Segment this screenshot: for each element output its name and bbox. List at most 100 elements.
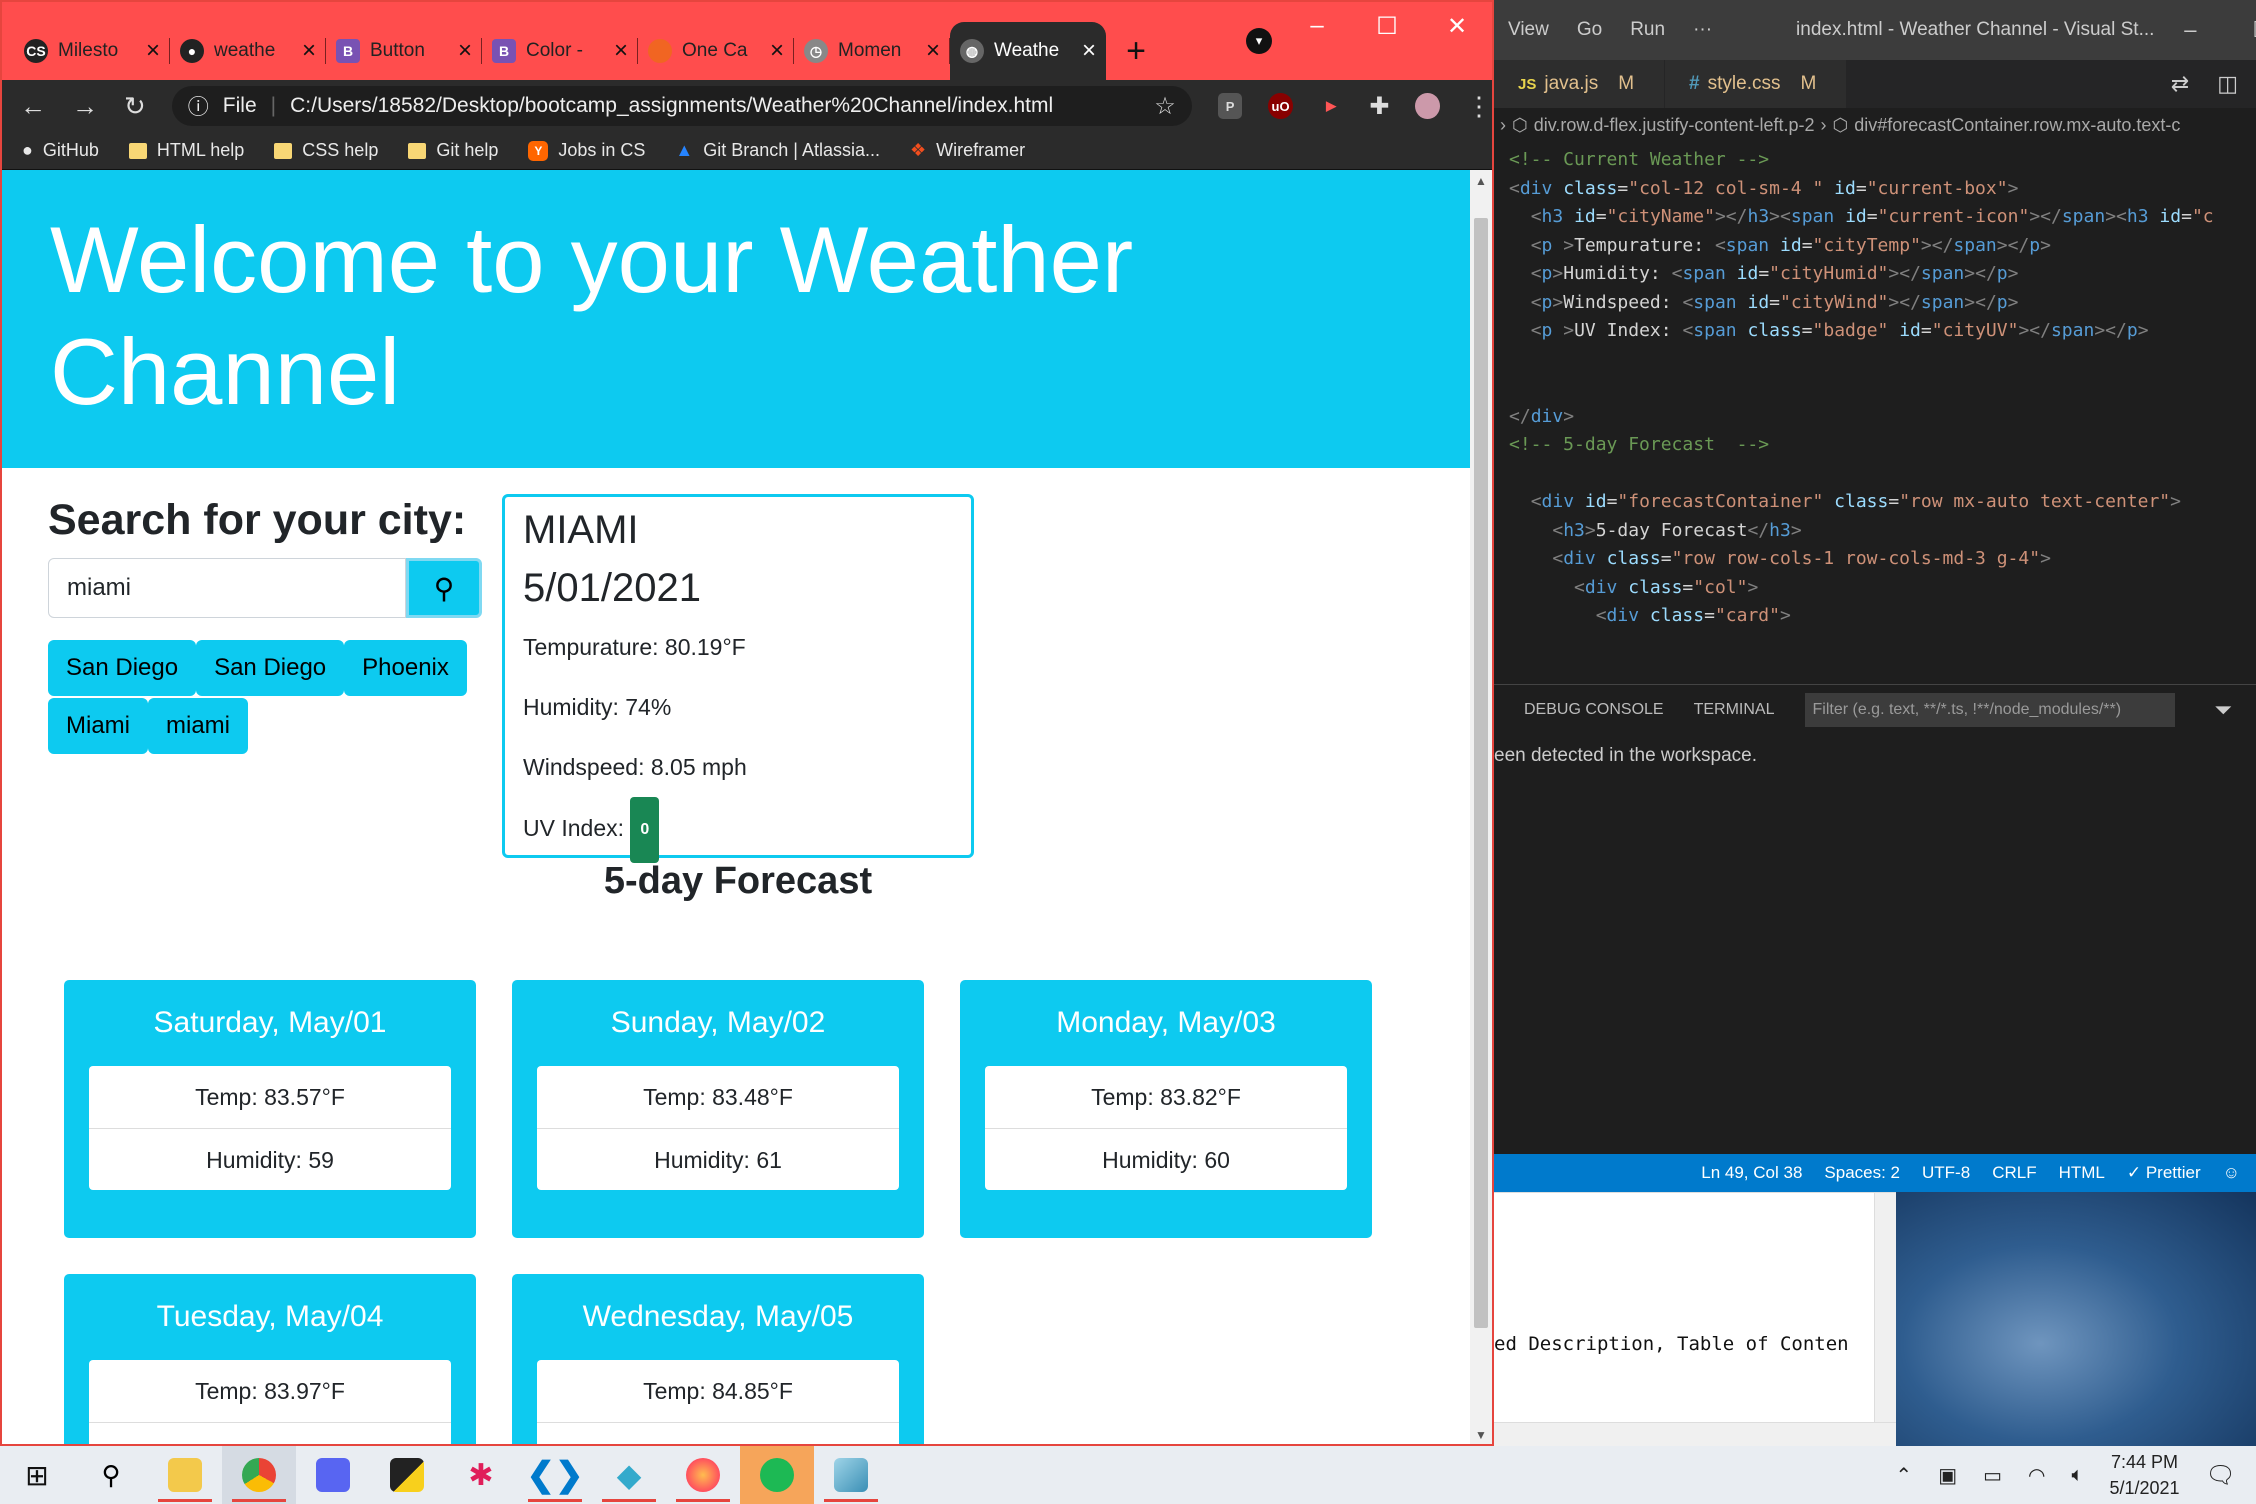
close-icon[interactable]: × — [146, 37, 160, 65]
browser-tab[interactable]: One Ca × — [638, 22, 794, 80]
history-button[interactable]: San Diego — [48, 640, 197, 696]
filter-icon[interactable]: ⏷ — [2214, 697, 2232, 723]
browser-tab[interactable]: ◷ Momen × — [794, 22, 950, 80]
compare-icon[interactable]: ⇄ — [2171, 71, 2189, 97]
bootstrap-icon: B — [492, 39, 516, 63]
feedback-icon[interactable]: ☺ — [2223, 1163, 2240, 1183]
history-button[interactable]: Miami — [48, 698, 148, 754]
tab-debug-console[interactable]: DEBUG CONSOLE — [1524, 701, 1664, 719]
history-button[interactable]: Phoenix — [344, 640, 467, 696]
menu-run[interactable]: Run — [1616, 19, 1679, 41]
breadcrumb-item[interactable]: div#forecastContainer.row.mx-auto.text-c — [1854, 115, 2180, 136]
forecast-card: Tuesday, May/04 Temp: 83.97°F — [64, 1274, 476, 1444]
minimize-icon[interactable]: – — [1282, 12, 1352, 40]
tab-search-icon[interactable]: ▾ — [1246, 28, 1272, 54]
address-bar[interactable]: ⓘ File | C:/Users/18582/Desktop/bootcamp… — [171, 86, 1192, 126]
browser-tab[interactable]: ● weathe × — [170, 22, 326, 80]
status-indent[interactable]: Spaces: 2 — [1824, 1163, 1900, 1183]
info-icon[interactable]: ⓘ — [188, 91, 209, 121]
browser-tab[interactable]: B Color - × — [482, 22, 638, 80]
close-icon[interactable]: × — [926, 37, 940, 65]
profile-avatar[interactable] — [1415, 93, 1440, 119]
scrollbar[interactable] — [1874, 1193, 1896, 1423]
notification-icon[interactable]: 🗨︎ — [2206, 1461, 2236, 1490]
scrollbar-thumb[interactable] — [1474, 218, 1488, 1328]
close-icon[interactable]: × — [770, 37, 784, 65]
bookmark-html-help[interactable]: HTML help — [128, 140, 244, 161]
back-icon[interactable]: ← — [20, 91, 46, 122]
chrome-button[interactable] — [222, 1446, 296, 1504]
tab-title: Milesto — [58, 40, 119, 61]
code-editor[interactable]: <!-- Current Weather --> <div class="col… — [1494, 146, 2256, 676]
search-button[interactable]: ⚲ — [406, 558, 482, 618]
extension-p-icon[interactable]: P — [1217, 93, 1243, 119]
bookmark-css-help[interactable]: CSS help — [274, 140, 378, 161]
bookmark-github[interactable]: ● GitHub — [22, 140, 99, 161]
extensions-puzzle-icon[interactable]: ✚ — [1369, 92, 1389, 121]
close-icon[interactable]: × — [614, 37, 628, 65]
spotify-button[interactable] — [740, 1446, 814, 1504]
forward-icon[interactable]: → — [72, 91, 98, 122]
app-icon — [834, 1458, 868, 1492]
close-window-icon[interactable]: ✕ — [1422, 12, 1492, 41]
bookmark-git-branch[interactable]: ▲ Git Branch | Atlassia... — [675, 140, 880, 161]
maximize-icon[interactable]: ☐ — [2226, 17, 2256, 43]
gitkraken-button[interactable]: ◆ — [592, 1446, 666, 1504]
menu-go[interactable]: Go — [1563, 19, 1616, 41]
filter-input[interactable]: Filter (e.g. text, **/*.ts, !**/node_mod… — [1804, 693, 2175, 727]
wifi-icon[interactable]: ◠ — [2028, 1463, 2045, 1488]
reload-icon[interactable]: ↻ — [124, 91, 146, 122]
scroll-down-icon[interactable]: ▼ — [1475, 1428, 1487, 1442]
breadcrumb-item[interactable]: div.row.d-flex.justify-content-left.p-2 — [1534, 115, 1815, 136]
minimize-icon[interactable]: – — [2154, 17, 2226, 43]
chevron-up-icon[interactable]: ⌃ — [1895, 1463, 1912, 1488]
screencast-icon[interactable]: ▶ — [1319, 93, 1344, 119]
scroll-up-icon[interactable]: ▲ — [1475, 174, 1487, 188]
volume-icon[interactable]: 🔈︎ — [2071, 1464, 2083, 1487]
split-editor-icon[interactable]: ◫ — [2217, 71, 2238, 97]
tab-java-js[interactable]: JS java.js M — [1494, 60, 1666, 108]
status-language[interactable]: HTML — [2059, 1163, 2105, 1183]
cube-icon: ⬡ — [1512, 114, 1528, 135]
new-tab-button[interactable]: + — [1106, 22, 1166, 80]
maximize-icon[interactable]: ☐ — [1352, 12, 1422, 41]
ublock-icon[interactable]: uO — [1268, 93, 1293, 119]
bookmark-jobs-in-cs[interactable]: Y Jobs in CS — [528, 140, 645, 161]
menu-more[interactable]: ··· — [1679, 19, 1726, 41]
browser-tab[interactable]: B Button × — [326, 22, 482, 80]
city-search-input[interactable] — [48, 558, 406, 618]
browser-tab[interactable]: CS Milesto × — [14, 22, 170, 80]
vscode-button[interactable]: ❮❯ — [518, 1446, 592, 1504]
close-icon[interactable]: × — [302, 37, 316, 65]
start-button[interactable]: ⊞ — [0, 1446, 74, 1504]
close-icon[interactable]: × — [458, 37, 472, 65]
url-text[interactable]: C:/Users/18582/Desktop/bootcamp_assignme… — [290, 94, 1053, 118]
battery-icon[interactable]: ▭ — [1983, 1463, 2002, 1488]
more-menu-icon[interactable]: ⋮ — [1466, 91, 1492, 122]
history-button[interactable]: San Diego — [196, 640, 345, 696]
firefox-button[interactable] — [666, 1446, 740, 1504]
history-button[interactable]: miami — [148, 698, 248, 754]
scrollbar[interactable] — [1494, 1422, 1896, 1446]
sticky-notes-button[interactable] — [370, 1446, 444, 1504]
file-explorer-button[interactable] — [148, 1446, 222, 1504]
tab-style-css[interactable]: # style.css M — [1665, 60, 1848, 108]
page-scrollbar[interactable]: ▲ ▼ — [1470, 170, 1492, 1444]
status-cursor-position[interactable]: Ln 49, Col 38 — [1701, 1163, 1802, 1183]
status-prettier[interactable]: ✓ Prettier — [2127, 1163, 2201, 1183]
browser-tab-active[interactable]: ◍ Weathe × — [950, 22, 1106, 80]
clock[interactable]: 7:44 PM 5/1/2021 — [2109, 1449, 2179, 1501]
search-button[interactable]: ⚲ — [74, 1446, 148, 1504]
app-button[interactable] — [814, 1446, 888, 1504]
bookmark-git-help[interactable]: Git help — [408, 140, 498, 161]
bookmark-star-icon[interactable]: ☆ — [1154, 92, 1176, 121]
meet-now-icon[interactable]: ▣ — [1938, 1463, 1957, 1488]
bookmark-wireframer[interactable]: ❖ Wireframer — [910, 140, 1025, 161]
status-eol[interactable]: CRLF — [1992, 1163, 2036, 1183]
menu-view[interactable]: View — [1494, 19, 1563, 41]
close-icon[interactable]: × — [1082, 37, 1096, 65]
status-encoding[interactable]: UTF-8 — [1922, 1163, 1970, 1183]
tab-terminal[interactable]: TERMINAL — [1694, 701, 1775, 719]
slack-button[interactable]: ✱ — [444, 1446, 518, 1504]
discord-button[interactable] — [296, 1446, 370, 1504]
